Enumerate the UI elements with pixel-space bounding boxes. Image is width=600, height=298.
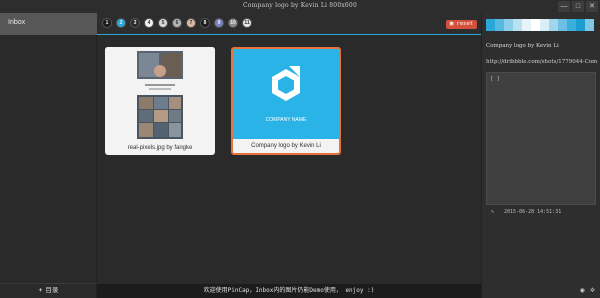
details-panel: Company logo by Kevin Li http://dribbble… xyxy=(481,13,600,298)
sidebar-item-label: Inbox xyxy=(8,19,26,26)
color-swatch[interactable]: 11 xyxy=(242,18,252,28)
color-filter-toolbar: 1 2 3 4 5 6 7 8 9 10 11 ▦ reset xyxy=(97,13,481,35)
color-swatches: 1 2 3 4 5 6 7 8 9 10 11 xyxy=(102,18,252,28)
plus-icon: + xyxy=(38,287,43,294)
detail-actions: ◉ ✲ xyxy=(580,287,595,294)
logo-company-name: COMPANY NAME xyxy=(266,117,307,123)
palette-color xyxy=(486,19,495,31)
palette-color xyxy=(513,19,522,31)
color-swatch[interactable]: 4 xyxy=(144,18,154,28)
color-swatch[interactable]: 7 xyxy=(186,18,196,28)
image-thumbnail xyxy=(105,47,215,147)
palette-color xyxy=(567,19,576,31)
image-card-selected[interactable]: COMPANY NAME Company logo by Kevin Li xyxy=(231,47,341,155)
palette-color xyxy=(540,19,549,31)
image-caption: Company logo by Kevin Li xyxy=(251,143,321,149)
color-swatch[interactable]: 5 xyxy=(158,18,168,28)
detail-timestamp: 2015-06-28 14:51:31 xyxy=(504,209,562,215)
color-swatch[interactable]: 3 xyxy=(130,18,140,28)
add-folder-button[interactable]: + 目录 xyxy=(0,283,97,298)
palette-color xyxy=(549,19,558,31)
title-bar: Company logo by Kevin Li 800x600 — □ ✕ xyxy=(0,0,600,13)
palette-color xyxy=(504,19,513,31)
palette-color xyxy=(531,19,540,31)
close-button[interactable]: ✕ xyxy=(586,1,598,12)
palette-color xyxy=(495,19,504,31)
footer-message: 欢迎使用PinCap，Inbox内的图片仍能Demo使用， enjoy :) xyxy=(97,284,481,298)
color-swatch[interactable]: 8 xyxy=(200,18,210,28)
image-card[interactable]: real-pixels.jpg by fangke xyxy=(105,47,215,155)
palette-color xyxy=(522,19,531,31)
color-palette xyxy=(486,19,594,31)
sidebar-item-inbox[interactable]: Inbox xyxy=(0,13,97,35)
color-swatch[interactable]: 9 xyxy=(214,18,224,28)
image-caption: real-pixels.jpg by fangke xyxy=(127,145,193,151)
color-swatch[interactable]: 1 xyxy=(102,18,112,28)
reset-label: reset xyxy=(456,21,474,27)
minimize-button[interactable]: — xyxy=(558,1,570,12)
window-controls: — □ ✕ xyxy=(558,1,598,12)
reset-button[interactable]: ▦ reset xyxy=(446,20,477,29)
gear-icon[interactable]: ✲ xyxy=(590,287,595,294)
detail-url-link[interactable]: http://dribbble.com/shots/1779044-Com xyxy=(486,59,600,65)
color-swatch[interactable]: 2 xyxy=(116,18,126,28)
maximize-button[interactable]: □ xyxy=(572,1,584,12)
add-folder-label: 目录 xyxy=(45,287,59,294)
grid-icon: ▦ xyxy=(449,21,454,27)
palette-color xyxy=(558,19,567,31)
detail-meta: ✎ 2015-06-28 14:51:31 xyxy=(491,209,561,215)
share-icon[interactable]: ◉ xyxy=(580,287,585,294)
color-swatch[interactable]: 6 xyxy=(172,18,182,28)
palette-color xyxy=(576,19,585,31)
detail-title: Company logo by Kevin Li xyxy=(486,43,559,49)
main-area: 1 2 3 4 5 6 7 8 9 10 11 ▦ reset real-pixels.j xyxy=(97,13,481,298)
window-title: Company logo by Kevin Li 800x600 xyxy=(243,2,357,9)
sidebar: Inbox + 目录 xyxy=(0,13,97,298)
notes-textarea[interactable]: [ ] xyxy=(486,72,596,205)
palette-color xyxy=(585,19,594,31)
pin-icon[interactable]: ✎ xyxy=(491,209,494,215)
logo-thumbnail: COMPANY NAME xyxy=(233,49,339,139)
color-swatch[interactable]: 10 xyxy=(228,18,238,28)
